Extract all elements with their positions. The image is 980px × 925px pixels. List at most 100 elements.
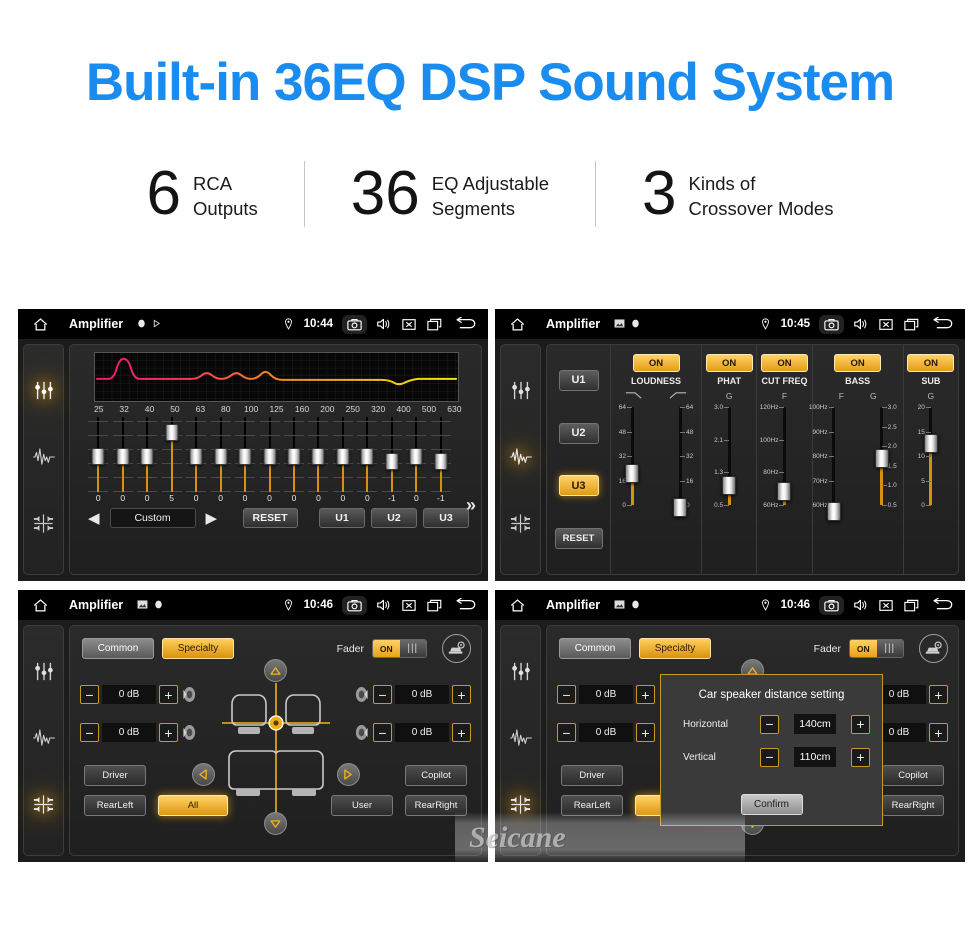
eq-slider-knob[interactable] — [287, 448, 301, 465]
increment-button[interactable]: + — [452, 685, 471, 704]
eq-slider-knob[interactable] — [336, 448, 350, 465]
camera-icon[interactable] — [342, 595, 367, 615]
eq-slider-track[interactable] — [161, 417, 183, 492]
balance-icon[interactable] — [509, 513, 532, 539]
eq-band-40[interactable]: 0 — [135, 417, 159, 503]
eq-slider-track[interactable] — [430, 417, 452, 492]
balance-icon[interactable] — [509, 794, 532, 820]
eq-slider-knob[interactable] — [311, 448, 325, 465]
tab-common[interactable]: Common — [559, 638, 631, 659]
fader-toggle[interactable]: ON ||| — [849, 639, 904, 658]
increment-button[interactable]: + — [929, 685, 948, 704]
eq-slider-track[interactable] — [87, 417, 109, 492]
eq-band-50[interactable]: 5 — [159, 417, 183, 503]
close-box-icon[interactable] — [879, 318, 893, 331]
band-toggle-sub[interactable]: ON — [907, 354, 955, 372]
reset-button[interactable]: RESET — [554, 528, 603, 550]
eq-slider-knob[interactable] — [434, 453, 448, 470]
home-icon[interactable] — [32, 598, 49, 613]
slider-knob[interactable] — [625, 464, 639, 483]
vertical-slider-f[interactable]: 120Hz 100Hz 80Hz 60Hz — [760, 403, 805, 509]
seat-button-rearright[interactable]: RearRight — [882, 795, 944, 816]
back-icon[interactable] — [930, 317, 954, 331]
vertical-slider-f[interactable]: 100Hz 90Hz 80Hz 70Hz 60Hz — [809, 403, 855, 521]
preset-next-button[interactable]: ▶ — [202, 509, 222, 527]
decrement-button[interactable]: − — [373, 723, 392, 742]
seat-button-user[interactable]: User — [331, 795, 393, 816]
nav-down-button[interactable] — [263, 812, 287, 835]
nav-left-button[interactable] — [191, 763, 215, 786]
slider-knob[interactable] — [923, 434, 938, 453]
volume-icon[interactable] — [376, 317, 391, 331]
slider-knob[interactable] — [874, 449, 889, 468]
waveform-icon[interactable] — [32, 448, 56, 471]
increment-button[interactable]: + — [159, 685, 178, 704]
eq-slider-track[interactable] — [283, 417, 305, 492]
tab-common[interactable]: Common — [82, 638, 154, 659]
tab-specialty[interactable]: Specialty — [639, 638, 711, 659]
close-box-icon[interactable] — [402, 599, 416, 612]
increment-button[interactable]: + — [636, 685, 655, 704]
eq-band-320[interactable]: 0 — [355, 417, 379, 503]
nav-up-button[interactable] — [263, 659, 287, 682]
slider-knob[interactable] — [722, 476, 737, 495]
recents-icon[interactable] — [427, 318, 442, 331]
eq-slider-track[interactable] — [112, 417, 134, 492]
car-settings-icon[interactable] — [442, 634, 471, 663]
band-toggle-loudness[interactable]: ON — [632, 354, 680, 372]
seat-button-copilot[interactable]: Copilot — [405, 765, 467, 786]
eq-slider-track[interactable] — [234, 417, 256, 492]
seat-button-all[interactable]: All — [158, 795, 228, 816]
eq-slider-knob[interactable] — [116, 448, 130, 465]
close-box-icon[interactable] — [402, 318, 416, 331]
seat-button-driver[interactable]: Driver — [84, 765, 146, 786]
preset-name[interactable]: Custom — [109, 508, 196, 528]
horizontal-decrement-button[interactable]: − — [760, 714, 779, 734]
eq-slider-knob[interactable] — [189, 448, 203, 465]
slider-knob[interactable] — [826, 502, 841, 521]
increment-button[interactable]: + — [929, 723, 948, 742]
seat-button-rearright[interactable]: RearRight — [405, 795, 467, 816]
close-box-icon[interactable] — [879, 599, 893, 612]
camera-icon[interactable] — [819, 595, 844, 615]
eq-band-250[interactable]: 0 — [331, 417, 355, 503]
eq-slider-knob[interactable] — [385, 453, 399, 470]
eq-band-32[interactable]: 0 — [110, 417, 134, 503]
eq-slider-knob[interactable] — [91, 448, 105, 465]
eq-band-500[interactable]: 0 — [404, 417, 428, 503]
eq-band-200[interactable]: 0 — [306, 417, 330, 503]
home-icon[interactable] — [509, 317, 526, 332]
back-icon[interactable] — [453, 317, 477, 331]
eq-slider-track[interactable] — [405, 417, 427, 492]
seat-button-rearleft[interactable]: RearLeft — [84, 795, 146, 816]
equalizer-icon[interactable] — [33, 661, 55, 687]
decrement-button[interactable]: − — [557, 723, 576, 742]
volume-icon[interactable] — [853, 598, 868, 612]
recents-icon[interactable] — [904, 318, 919, 331]
increment-button[interactable]: + — [452, 723, 471, 742]
tab-specialty[interactable]: Specialty — [162, 638, 234, 659]
decrement-button[interactable]: − — [557, 685, 576, 704]
eq-band-25[interactable]: 0 — [86, 417, 110, 503]
user-preset-u1-button[interactable]: U1 — [558, 369, 599, 391]
eq-slider-knob[interactable] — [238, 448, 252, 465]
decrement-button[interactable]: − — [80, 685, 99, 704]
eq-band-400[interactable]: -1 — [380, 417, 404, 503]
preset-prev-button[interactable]: ◀ — [84, 509, 104, 527]
increment-button[interactable]: + — [636, 723, 655, 742]
car-settings-icon[interactable] — [919, 634, 948, 663]
back-icon[interactable] — [930, 598, 954, 612]
equalizer-icon[interactable] — [510, 380, 532, 406]
user-preset-u3-button[interactable]: U3 — [423, 508, 470, 528]
seat-button-copilot[interactable]: Copilot — [882, 765, 944, 786]
eq-slider-track[interactable] — [185, 417, 207, 492]
eq-slider-knob[interactable] — [140, 448, 154, 465]
eq-slider-knob[interactable] — [263, 448, 277, 465]
waveform-icon[interactable] — [509, 448, 533, 471]
vertical-slider-g[interactable]: 20 15 10 5 0 — [910, 403, 952, 509]
camera-icon[interactable] — [819, 314, 844, 334]
eq-slider-knob[interactable] — [214, 448, 228, 465]
home-icon[interactable] — [32, 317, 49, 332]
eq-band-63[interactable]: 0 — [184, 417, 208, 503]
fader-toggle[interactable]: ON ||| — [372, 639, 427, 658]
